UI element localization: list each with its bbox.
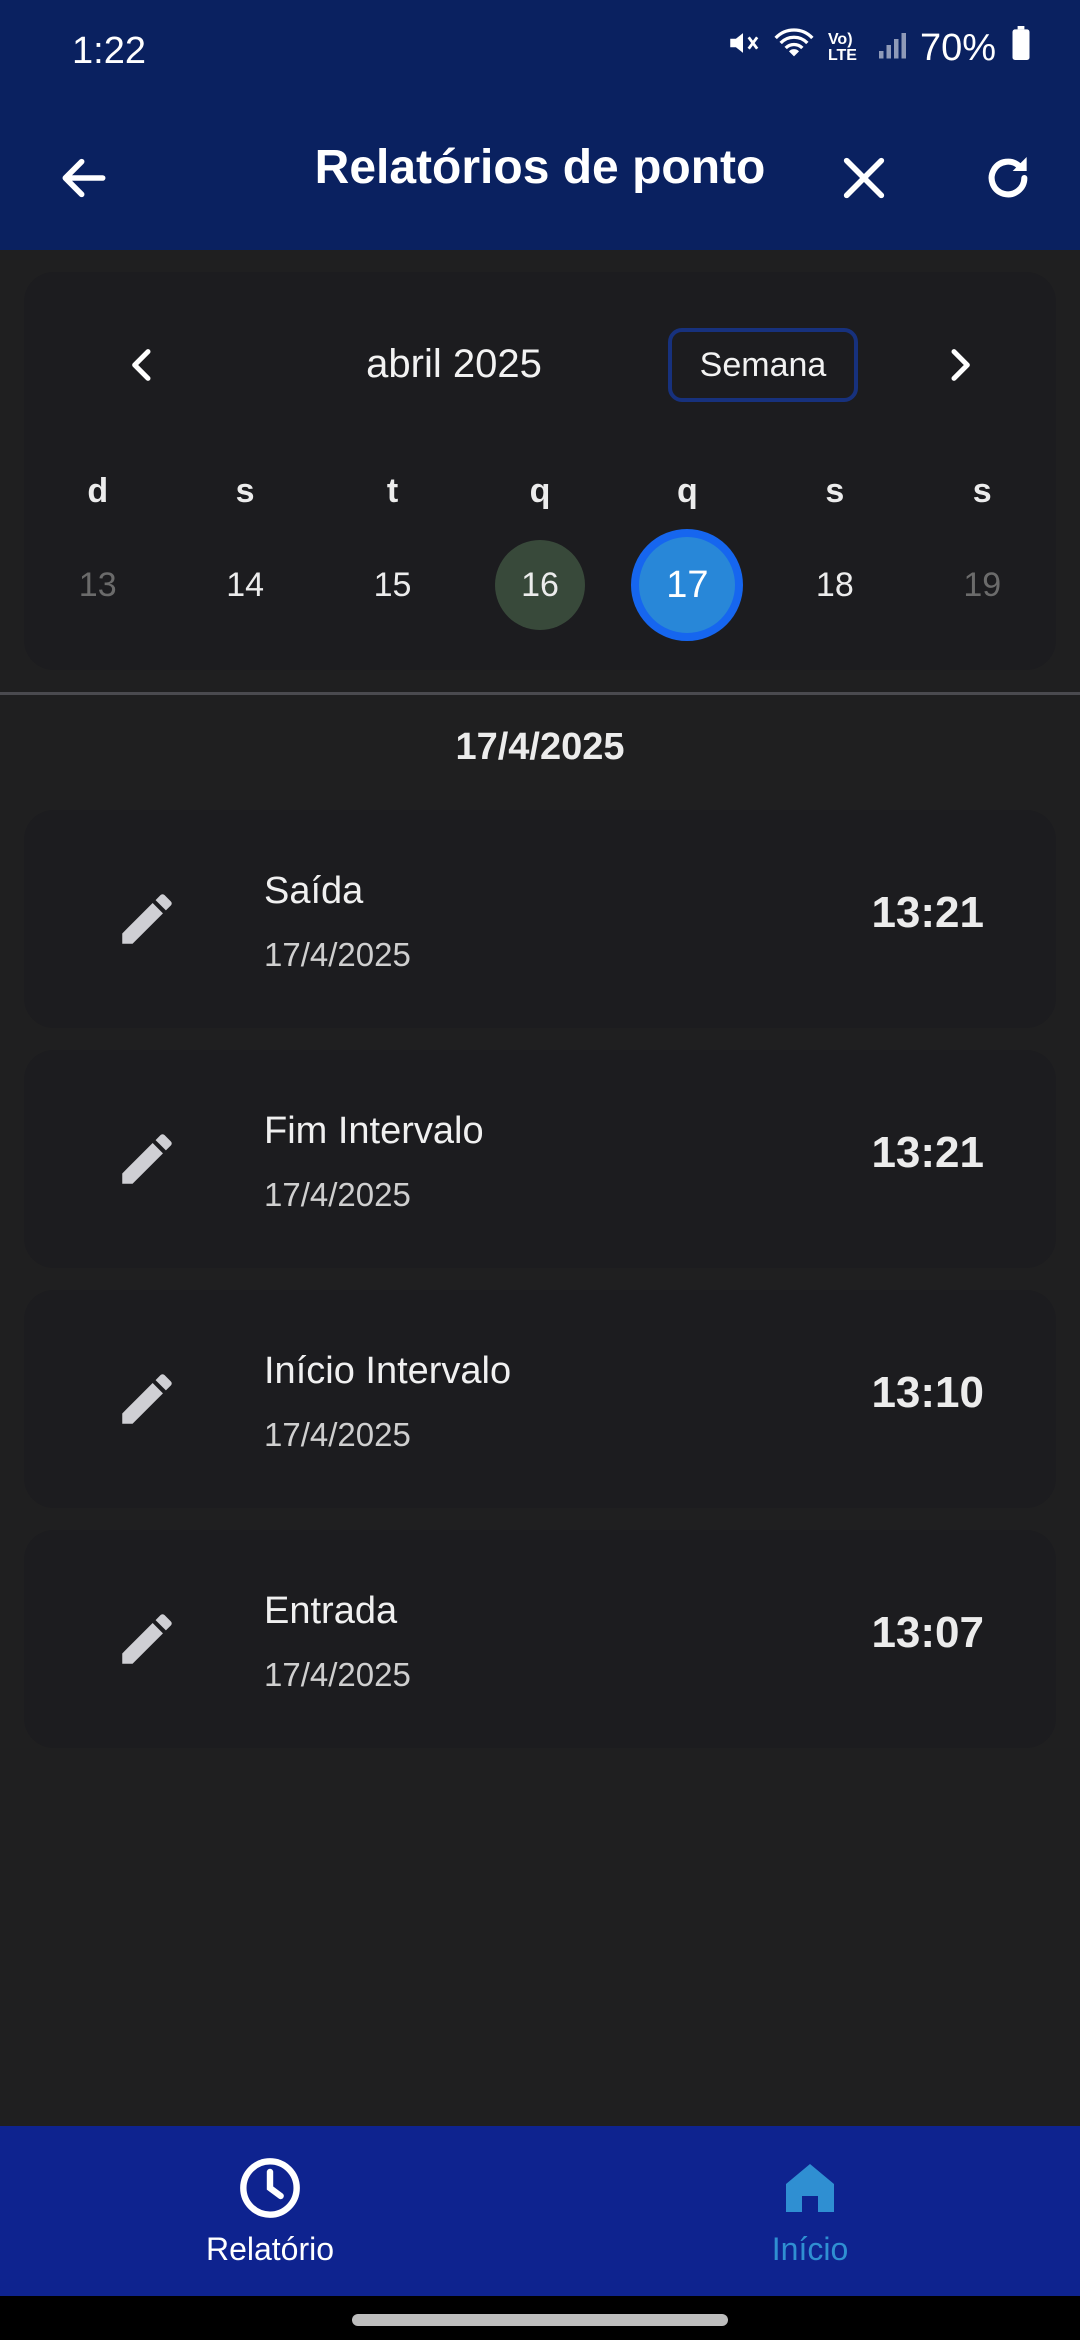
weekday-label: d xyxy=(87,472,109,510)
time-record-item[interactable]: Fim Intervalo 17/4/2025 13:21 xyxy=(24,1050,1056,1268)
record-time: 13:10 xyxy=(871,1368,984,1417)
clock-icon xyxy=(238,2158,302,2224)
network-type-label: Vo) LTE xyxy=(827,31,857,64)
battery-percent: 70% xyxy=(919,26,996,69)
calendar-day[interactable]: 13 xyxy=(24,530,171,640)
edit-icon[interactable] xyxy=(114,1126,180,1192)
close-icon xyxy=(838,152,890,209)
selected-date-heading: 17/4/2025 xyxy=(455,726,625,768)
time-record-item[interactable]: Entrada 17/4/2025 13:07 xyxy=(24,1530,1056,1748)
record-date: 17/4/2025 xyxy=(264,1656,411,1693)
nav-item-relatorio[interactable]: Relatório xyxy=(120,2156,420,2268)
battery-icon xyxy=(1010,26,1032,70)
record-date: 17/4/2025 xyxy=(264,1416,411,1453)
edit-icon[interactable] xyxy=(114,1606,180,1672)
refresh-button[interactable] xyxy=(964,136,1052,224)
record-time: 13:21 xyxy=(871,1128,984,1177)
signal-icon xyxy=(876,27,906,70)
calendar-day[interactable]: 15 xyxy=(319,530,466,640)
record-date: 17/4/2025 xyxy=(264,1176,411,1213)
week-calendar: abril 2025 Semana d s t q q s s 13 14 15… xyxy=(24,272,1056,670)
mute-icon xyxy=(726,26,760,70)
weekday-label: s xyxy=(235,472,255,510)
nav-item-inicio[interactable]: Início xyxy=(660,2156,960,2268)
nav-label: Relatório xyxy=(205,2231,335,2267)
home-icon xyxy=(778,2164,842,2224)
calendar-day-today[interactable]: 16 xyxy=(466,530,613,640)
weekday-label: q xyxy=(529,472,551,510)
time-record-list: Saída 17/4/2025 13:21 Fim Intervalo 17/4… xyxy=(24,810,1056,1770)
record-type: Saída xyxy=(264,870,364,912)
chevron-right-icon xyxy=(939,345,979,390)
calendar-day[interactable]: 19 xyxy=(909,530,1056,640)
time-record-item[interactable]: Início Intervalo 17/4/2025 13:10 xyxy=(24,1290,1056,1508)
weekday-header-row: d s t q q s s xyxy=(24,472,1056,511)
edit-icon[interactable] xyxy=(114,886,180,952)
status-time: 1:22 xyxy=(72,30,146,72)
calendar-day[interactable]: 14 xyxy=(171,530,318,640)
weekday-label: s xyxy=(825,472,845,510)
edit-icon[interactable] xyxy=(114,1366,180,1432)
wifi-icon xyxy=(774,26,814,70)
status-icons: Vo) LTE 70% xyxy=(726,26,1032,70)
day-row: 13 14 15 16 17 18 19 xyxy=(24,530,1056,640)
view-mode-button[interactable]: Semana xyxy=(668,328,858,402)
home-gesture-bar[interactable] xyxy=(352,2314,728,2326)
chevron-left-icon xyxy=(123,345,163,390)
app-bar: Relatórios de ponto xyxy=(0,110,1080,250)
divider xyxy=(0,692,1080,695)
record-type: Fim Intervalo xyxy=(264,1110,484,1152)
weekday-label: s xyxy=(972,472,992,510)
record-type: Início Intervalo xyxy=(264,1350,512,1392)
status-bar: 1:22 Vo) LTE 70% xyxy=(0,0,1080,110)
record-type: Entrada xyxy=(264,1590,398,1632)
page-title: Relatórios de ponto xyxy=(314,141,766,194)
month-label: abril 2025 xyxy=(366,342,542,386)
next-week-button[interactable] xyxy=(924,332,994,402)
weekday-label: q xyxy=(677,472,698,510)
bottom-navigation: Relatório Início xyxy=(0,2126,1080,2296)
close-button[interactable] xyxy=(820,136,908,224)
calendar-day[interactable]: 18 xyxy=(761,530,908,640)
weekday-label: t xyxy=(386,472,399,510)
nav-label: Início xyxy=(771,2231,849,2267)
previous-week-button[interactable] xyxy=(108,332,178,402)
refresh-icon xyxy=(980,150,1036,211)
time-record-item[interactable]: Saída 17/4/2025 13:21 xyxy=(24,810,1056,1028)
calendar-day-selected[interactable]: 17 xyxy=(614,530,761,640)
record-time: 13:07 xyxy=(871,1608,984,1657)
record-date: 17/4/2025 xyxy=(264,936,411,973)
record-time: 13:21 xyxy=(871,888,984,937)
